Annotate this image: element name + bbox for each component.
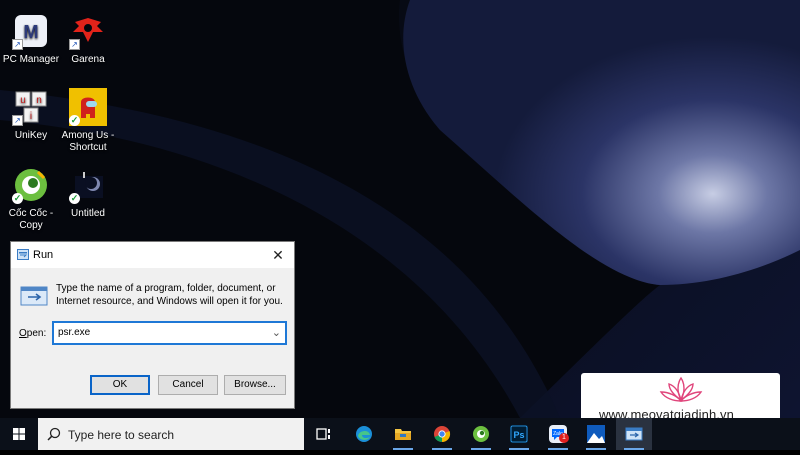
taskbar-run[interactable]: [616, 418, 652, 450]
dialog-description: Type the name of a program, folder, docu…: [56, 283, 283, 307]
open-combobox[interactable]: ⌄: [52, 321, 287, 345]
windows-icon: [13, 428, 25, 440]
desktop-icon-label: PC Manager: [2, 54, 60, 65]
taskbar-coccoc[interactable]: [463, 418, 499, 450]
taskbar-task-view[interactable]: [306, 418, 342, 450]
chrome-icon: [434, 426, 451, 443]
desktop-icon-coccoc[interactable]: ✓ Cốc Cốc - Copy: [0, 166, 62, 232]
pc-manager-icon: M ↗: [12, 12, 50, 50]
lotus-logo-icon: [659, 376, 703, 411]
taskbar-search-box[interactable]: Type here to search: [38, 418, 304, 450]
coccoc-icon: ✓: [12, 166, 50, 204]
file-explorer-icon: [395, 429, 411, 440]
desktop-icon-garena[interactable]: ↗ Garena: [57, 12, 119, 66]
run-dialog: Run ✕ Type the name of a program, folder…: [10, 241, 295, 409]
run-icon: [625, 427, 643, 441]
photoshop-label: Ps: [513, 430, 524, 440]
ok-button[interactable]: OK: [90, 375, 150, 395]
taskbar-zalo[interactable]: Zalo 1: [540, 418, 576, 450]
shortcut-arrow-icon: ↗: [69, 39, 80, 50]
taskbar-chrome[interactable]: [424, 418, 460, 450]
unikey-icon: u n i ↗: [12, 88, 50, 126]
task-view-icon: [316, 428, 330, 440]
close-button[interactable]: ✕: [262, 242, 294, 268]
desktop-icon-label: Garena: [71, 54, 105, 65]
edge-icon: [356, 426, 372, 442]
sync-check-icon: ✓: [69, 193, 80, 204]
taskbar-edge[interactable]: [346, 418, 382, 450]
garena-icon: ↗: [69, 12, 107, 50]
shortcut-arrow-icon: ↗: [12, 115, 23, 126]
start-button[interactable]: [0, 418, 38, 450]
among-us-icon: ✓: [69, 88, 107, 126]
notification-badge: 1: [559, 433, 569, 443]
taskbar-file-explorer[interactable]: [385, 418, 421, 450]
open-input[interactable]: [58, 327, 258, 338]
desktop-icon-pc-manager[interactable]: M ↗ PC Manager: [0, 12, 62, 66]
desktop-icon-label: UniKey: [14, 130, 48, 141]
sync-check-icon: ✓: [12, 193, 23, 204]
search-placeholder: Type here to search: [68, 428, 175, 442]
desktop-icon-label: Untitled: [71, 208, 105, 219]
coccoc-icon: [473, 426, 489, 442]
browse-button[interactable]: Browse...: [224, 375, 286, 395]
taskbar-photos[interactable]: [578, 418, 614, 450]
desktop-icon-label: Among Us - Shortcut: [61, 130, 115, 153]
desktop-icon-untitled[interactable]: ✓ Untitled: [57, 166, 119, 220]
cancel-button[interactable]: Cancel: [158, 375, 218, 395]
svg-text:M: M: [24, 22, 39, 42]
taskbar: Type here to search Ps Zalo 1: [0, 418, 800, 450]
sync-check-icon: ✓: [69, 115, 80, 126]
run-icon: [17, 249, 29, 263]
run-titlebar[interactable]: Run ✕: [11, 242, 294, 268]
chevron-down-icon[interactable]: ⌄: [272, 326, 281, 339]
svg-text:i: i: [30, 111, 32, 122]
close-icon: ✕: [272, 247, 284, 263]
open-label: Open:: [19, 328, 47, 339]
desktop-icon-label: Cốc Cốc - Copy: [8, 208, 54, 231]
desktop-icon-among-us[interactable]: ✓ Among Us - Shortcut: [57, 88, 119, 154]
shortcut-arrow-icon: ↗: [12, 39, 23, 50]
untitled-image-icon: ✓: [69, 166, 107, 204]
search-icon: [47, 427, 61, 446]
run-program-icon: [20, 285, 48, 310]
photoshop-icon: Ps: [510, 425, 528, 443]
photos-icon: [587, 425, 605, 443]
taskbar-photoshop[interactable]: Ps: [501, 418, 537, 450]
svg-text:n: n: [36, 95, 42, 106]
dialog-title: Run: [33, 249, 54, 261]
desktop-icon-unikey[interactable]: u n i ↗ UniKey: [0, 88, 62, 142]
svg-text:u: u: [20, 95, 26, 106]
